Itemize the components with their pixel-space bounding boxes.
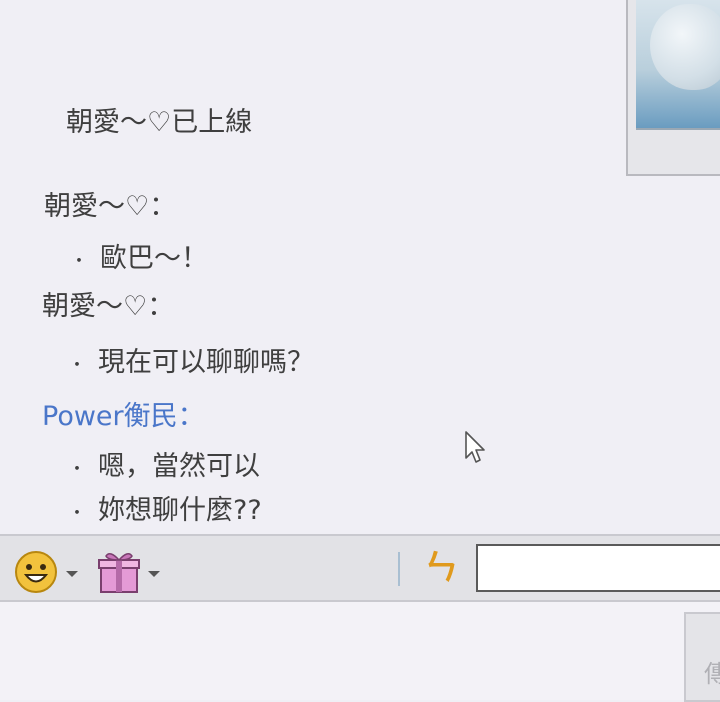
- chevron-down-icon: [66, 571, 78, 577]
- message-sender-self: Power衡民：: [42, 401, 205, 432]
- message-text: 歐巴～！: [100, 243, 208, 274]
- bullet: ・: [70, 250, 88, 272]
- gift-icon: [98, 553, 140, 593]
- nudge-icon[interactable]: ㄣ: [424, 548, 458, 588]
- send-button[interactable]: 傳: [684, 612, 720, 702]
- gift-button[interactable]: [96, 550, 160, 594]
- message-text: 嗯，當然可以: [98, 451, 260, 482]
- message-text: 現在可以聊聊嗎？: [98, 347, 314, 378]
- smiley-icon: [15, 551, 57, 593]
- compose-area[interactable]: [0, 602, 720, 700]
- bullet: ・: [68, 458, 86, 480]
- message-line: ・現在可以聊聊嗎？: [66, 340, 314, 379]
- online-status: 朝愛～♡已上線: [66, 107, 253, 138]
- message-sender: 朝愛～♡：: [44, 191, 177, 222]
- contact-avatar-frame[interactable]: [626, 0, 720, 176]
- bullet: ・: [68, 502, 86, 524]
- emoticon-button[interactable]: [14, 550, 78, 594]
- chevron-down-icon: [148, 571, 160, 577]
- bullet: ・: [68, 354, 86, 376]
- toolbar-divider: [398, 552, 400, 586]
- chat-log: 朝愛～♡已上線 朝愛～♡： ・歐巴～！ 朝愛～♡： ・現在可以聊聊嗎？ Powe…: [0, 0, 720, 534]
- mouse-pointer-icon: [465, 431, 485, 463]
- avatar-blob: [650, 4, 720, 90]
- input-toolbar: ㄣ: [0, 534, 720, 602]
- message-line: ・嗯，當然可以: [66, 444, 260, 483]
- message-text: 妳想聊什麼??: [98, 495, 262, 526]
- message-sender: 朝愛～♡：: [42, 291, 175, 322]
- message-line: ・妳想聊什麼??: [66, 488, 262, 527]
- message-line: ・歐巴～！: [68, 236, 208, 275]
- contact-avatar: [636, 0, 720, 130]
- message-input[interactable]: [476, 544, 720, 592]
